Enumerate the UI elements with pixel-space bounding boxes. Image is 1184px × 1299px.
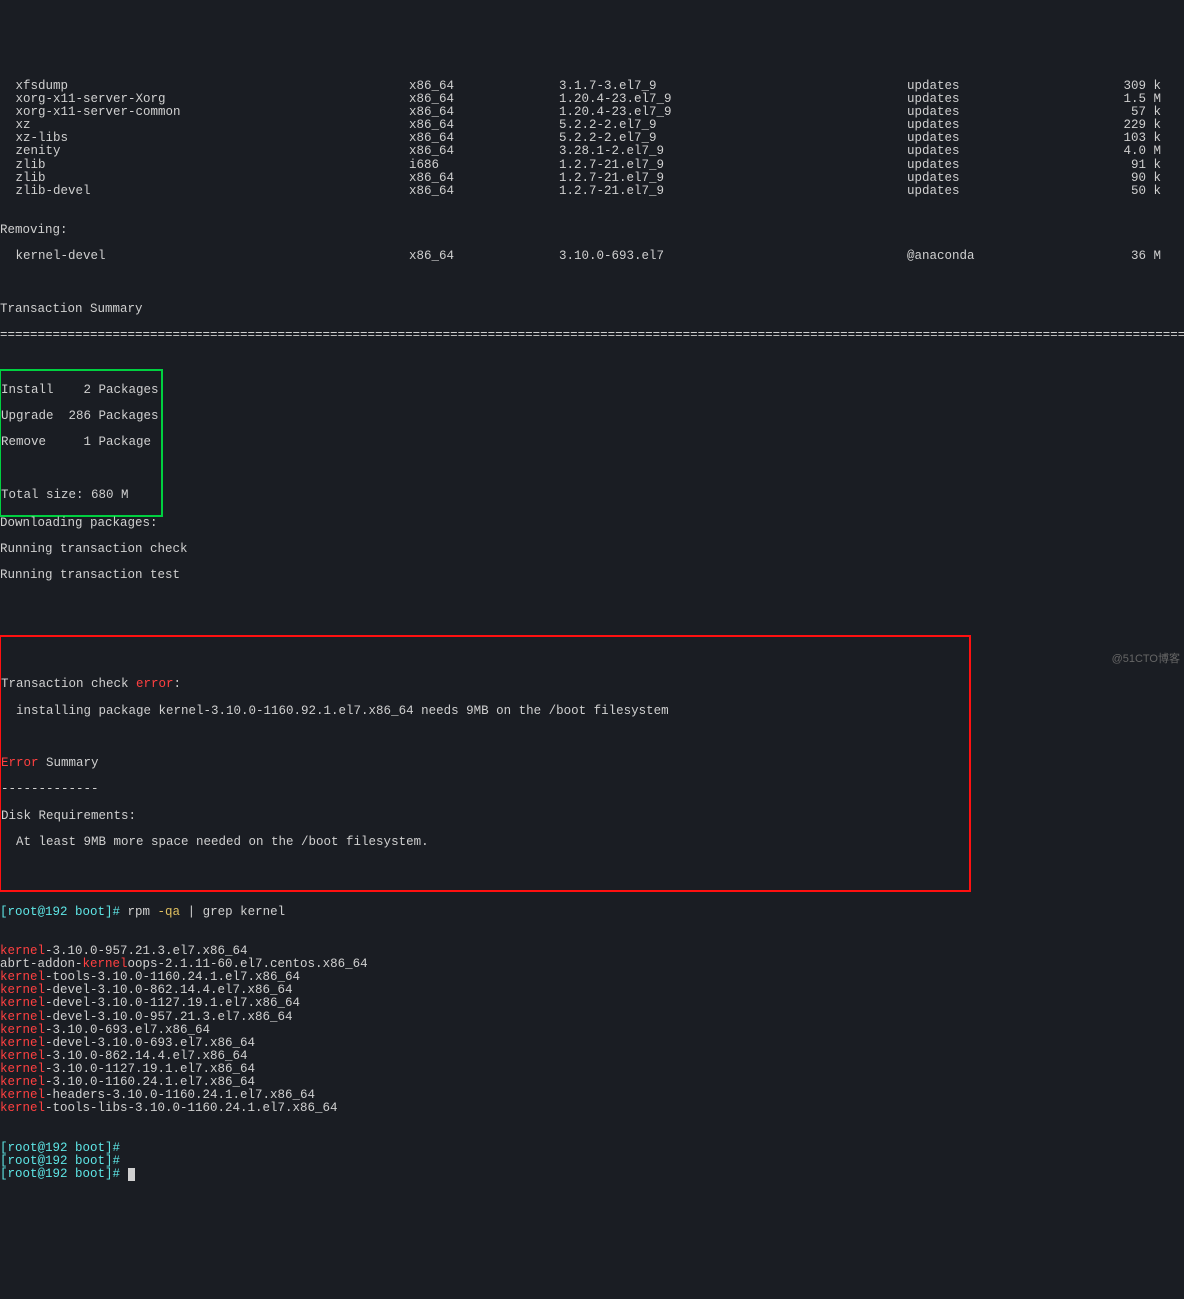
error-detail: installing package kernel-3.10.0-1160.92… <box>1 705 669 718</box>
prompt-command: [root@192 boot]# rpm -qa | grep kernel <box>0 906 1184 919</box>
blank-line <box>1 652 669 665</box>
empty-prompt: [root@192 boot]# <box>0 1155 1184 1168</box>
package-row: zenityx86_643.28.1-2.el7_9updates4.0 M <box>0 145 1184 158</box>
cursor <box>128 1168 135 1181</box>
running-transaction-test: Running transaction test <box>0 569 1184 582</box>
package-row: zlibx86_641.2.7-21.el7_9updates90 k <box>0 172 1184 185</box>
package-row: xfsdumpx86_643.1.7-3.el7_9updates309 k <box>0 80 1184 93</box>
package-row: zlib-develx86_641.2.7-21.el7_9updates50 … <box>0 185 1184 198</box>
disk-requirements-detail: At least 9MB more space needed on the /b… <box>1 836 669 849</box>
blank-line <box>0 596 1184 609</box>
summary-install: Install 2 Packages <box>1 384 159 397</box>
rpm-output: kernel-3.10.0-957.21.3.el7.x86_64abrt-ad… <box>0 945 1184 1116</box>
blank-line <box>1 731 669 744</box>
summary-highlight-box: Install 2 Packages Upgrade 286 Packages … <box>0 369 163 517</box>
error-summary-title: Error Summary <box>1 757 669 770</box>
empty-prompt: [root@192 boot]# <box>0 1142 1184 1155</box>
disk-requirements: Disk Requirements: <box>1 810 669 823</box>
transaction-summary-title: Transaction Summary <box>0 303 1184 316</box>
summary-remove: Remove 1 Package <box>1 436 159 449</box>
package-row: zlibi6861.2.7-21.el7_9updates91 k <box>0 159 1184 172</box>
error-summary-sep: ------------- <box>1 783 669 796</box>
running-transaction-check: Running transaction check <box>0 543 1184 556</box>
empty-prompt: [root@192 boot]# <box>0 1168 1184 1181</box>
summary-upgrade: Upgrade 286 Packages <box>1 410 159 423</box>
removing-header: Removing: <box>0 224 1184 237</box>
transaction-check-error: Transaction check error: <box>1 678 669 691</box>
rpm-line: kernel-tools-libs-3.10.0-1160.24.1.el7.x… <box>0 1102 1184 1115</box>
separator-line: ========================================… <box>0 329 1184 342</box>
terminal[interactable]: xfsdumpx86_643.1.7-3.el7_9updates309 k x… <box>0 53 1184 1208</box>
blank-line <box>0 277 1184 290</box>
package-update-list: xfsdumpx86_643.1.7-3.el7_9updates309 k x… <box>0 80 1184 198</box>
blank-line <box>1 862 669 875</box>
removing-row: kernel-develx86_643.10.0-693.el7@anacond… <box>0 250 1184 263</box>
downloading-packages: Downloading packages: <box>0 517 1184 530</box>
error-highlight-box: Transaction check error: installing pack… <box>0 635 971 892</box>
blank-line <box>1 462 159 475</box>
watermark: @51CTO博客 <box>1112 654 1180 666</box>
summary-total-size: Total size: 680 M <box>1 489 159 502</box>
